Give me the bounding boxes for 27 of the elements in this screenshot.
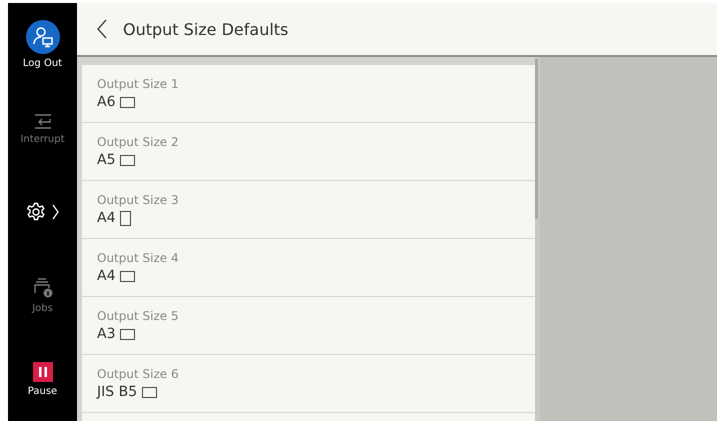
- output-size-item[interactable]: Output Size 5 A3: [82, 297, 535, 354]
- output-size-item[interactable]: Output Size 3 A4: [82, 181, 535, 238]
- landscape-paper-icon: [120, 270, 136, 282]
- scrollbar-thumb[interactable]: [535, 59, 538, 219]
- user-monitor-icon: [32, 26, 54, 48]
- output-size-item[interactable]: Output Size 2 A5: [82, 123, 535, 180]
- sidebar-label: Interrupt: [20, 134, 64, 145]
- page-title: Output Size Defaults: [123, 20, 288, 38]
- chevron-left-icon: [97, 19, 107, 39]
- interrupt-icon: [32, 112, 52, 130]
- landscape-paper-icon: [142, 386, 158, 398]
- back-button[interactable]: [95, 17, 109, 41]
- output-size-item[interactable]: Output Size 6 JIS B5: [82, 355, 535, 412]
- portrait-paper-icon: [120, 210, 132, 226]
- landscape-paper-icon: [120, 328, 136, 340]
- output-size-item[interactable]: Output Size 1 A6: [82, 65, 535, 122]
- landscape-paper-icon: [120, 154, 136, 166]
- pause-button[interactable]: Pause: [8, 337, 77, 421]
- gear-icon: [26, 202, 46, 222]
- pause-icon: [32, 362, 52, 382]
- printer-info-icon: [32, 277, 54, 300]
- sidebar-label: Jobs: [32, 303, 53, 314]
- sidebar-label: Pause: [28, 386, 58, 397]
- landscape-paper-icon: [120, 96, 136, 108]
- sidebar-label: Log Out: [22, 58, 62, 70]
- logout-button[interactable]: Log Out: [8, 3, 77, 87]
- output-size-item[interactable]: Output Size 4 A4: [82, 239, 535, 296]
